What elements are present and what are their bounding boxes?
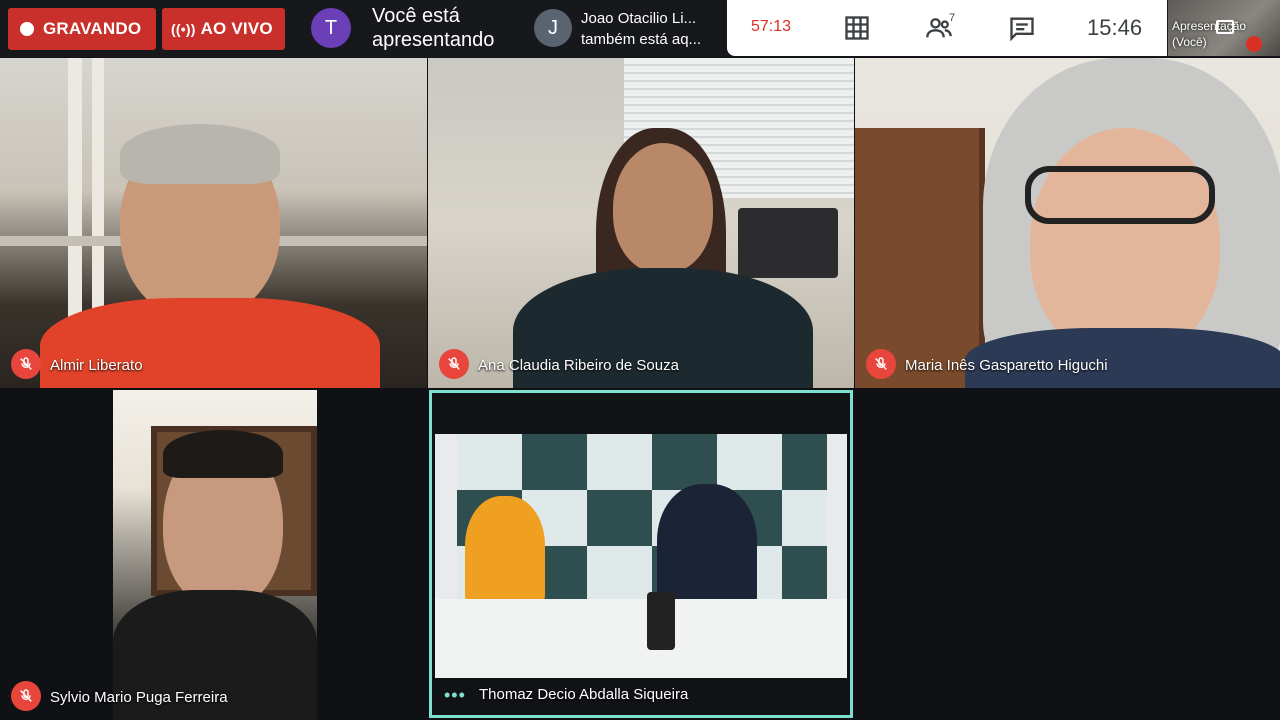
self-view-line1: Apresentação xyxy=(1172,19,1247,33)
printer xyxy=(738,208,838,278)
mic-off-icon xyxy=(1246,36,1262,52)
participant-tile[interactable]: Ana Claudia Ribeiro de Souza xyxy=(428,58,854,388)
live-label: AO VIVO xyxy=(200,19,273,38)
participant-face xyxy=(613,143,713,273)
participant-tile[interactable]: Maria Inês Gasparetto Higuchi xyxy=(855,58,1280,388)
top-bar: GRAVANDO ((•)) AO VIVO T Você está apres… xyxy=(0,0,1280,57)
door xyxy=(855,128,985,388)
video-feed xyxy=(113,390,317,720)
other-presenter-status[interactable]: Joao Otacilio Li... também está aq... xyxy=(581,8,721,50)
self-view-thumbnail[interactable]: Apresentação (Você) xyxy=(1168,0,1280,56)
live-button[interactable]: ((•)) AO VIVO xyxy=(162,8,285,50)
participant-name: Thomaz Decio Abdalla Siqueira xyxy=(479,686,689,703)
participant-woman xyxy=(465,496,545,606)
participant-hair xyxy=(120,124,280,184)
self-view-line2: (Você) xyxy=(1172,35,1207,49)
recording-label: GRAVANDO xyxy=(43,19,142,38)
other-presenter-line1: Joao Otacilio Li... xyxy=(581,10,697,27)
recording-button[interactable]: GRAVANDO xyxy=(8,8,156,50)
video-feed xyxy=(435,434,847,678)
other-presenter-line2: também está aq... xyxy=(581,31,702,48)
presenting-line2: apresentando xyxy=(372,29,495,51)
participant-tile-active-speaker[interactable]: ••• Thomaz Decio Abdalla Siqueira xyxy=(429,390,853,718)
speaking-indicator-icon: ••• xyxy=(444,685,466,705)
chat-icon[interactable] xyxy=(1008,14,1036,42)
presenter-avatar: T xyxy=(311,8,351,48)
mic-off-icon xyxy=(439,349,469,379)
presenting-line1: Você está xyxy=(372,5,460,27)
participant-name: Ana Claudia Ribeiro de Souza xyxy=(478,357,679,374)
record-dot-icon xyxy=(20,22,34,36)
participant-hair xyxy=(163,430,283,478)
participant-tile[interactable]: Almir Liberato xyxy=(0,58,427,388)
participant-tile[interactable]: Sylvio Mario Puga Ferreira xyxy=(0,390,427,720)
participant-shirt xyxy=(40,298,380,388)
smartphone-on-stand xyxy=(647,592,675,650)
eyeglasses xyxy=(1025,166,1215,224)
live-broadcast-icon: ((•)) xyxy=(171,21,196,37)
clock: 15:46 xyxy=(1087,15,1143,40)
grid-layout-icon[interactable] xyxy=(843,14,871,42)
participant-name: Almir Liberato xyxy=(50,357,143,374)
presenting-status: Você está apresentando xyxy=(372,4,522,52)
other-presenter-avatar: J xyxy=(534,9,572,47)
present-screen-icon xyxy=(1216,20,1234,34)
participant-face xyxy=(1030,128,1220,358)
mic-off-icon xyxy=(11,681,41,711)
desk xyxy=(435,599,847,678)
participants-count: 7 xyxy=(949,12,956,24)
mic-off-icon xyxy=(866,349,896,379)
participant-name: Sylvio Mario Puga Ferreira xyxy=(50,689,228,706)
participant-man xyxy=(657,484,757,609)
self-view-label: Apresentação (Você) xyxy=(1172,18,1246,50)
meeting-timer: 57:13 xyxy=(751,18,792,35)
mic-off-icon xyxy=(11,349,41,379)
meeting-controls: 57:13 7 15:46 xyxy=(727,0,1167,56)
participant-name: Maria Inês Gasparetto Higuchi xyxy=(905,357,1108,374)
